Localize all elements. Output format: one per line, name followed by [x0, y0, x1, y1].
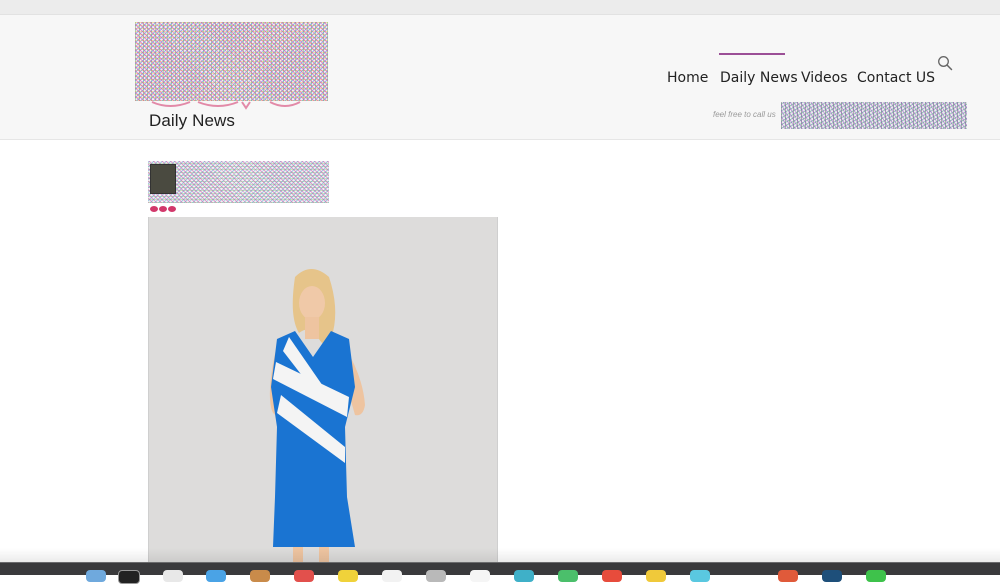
app-icon[interactable]: [470, 570, 490, 582]
page-title: Daily News: [149, 111, 236, 130]
app-icon[interactable]: [690, 570, 710, 582]
app-icon[interactable]: [86, 570, 106, 582]
dock-shadow: [0, 548, 1000, 562]
app-icon[interactable]: [426, 570, 446, 582]
app-icon[interactable]: [206, 570, 226, 582]
app-icon[interactable]: [778, 570, 798, 582]
browser-top-strip: [0, 0, 1000, 15]
nav-item-videos[interactable]: Videos: [801, 70, 848, 86]
app-icon[interactable]: [294, 570, 314, 582]
phone-number-image[interactable]: [781, 102, 967, 129]
nav-active-indicator: [719, 53, 785, 55]
main-navigation: Home Daily News Videos Contact US: [0, 53, 1000, 86]
app-icon[interactable]: [866, 570, 886, 582]
woman-blue-white-dress-photo[interactable]: [148, 217, 498, 574]
app-icon[interactable]: [646, 570, 666, 582]
rating-icons: [150, 206, 176, 214]
site-header: Daily News Home Daily News Videos Contac…: [0, 15, 1000, 140]
lips-icon: [168, 206, 176, 212]
app-icon[interactable]: [558, 570, 578, 582]
dress-photo-illustration: [149, 217, 497, 574]
logo-decoration: [151, 101, 301, 110]
app-icon[interactable]: [602, 570, 622, 582]
call-us-text: feel free to call us: [713, 110, 776, 119]
os-dock: [0, 562, 1000, 584]
nav-item-contact-us[interactable]: Contact US: [857, 70, 935, 86]
search-icon[interactable]: [937, 55, 953, 71]
app-icon[interactable]: [822, 570, 842, 582]
lips-icon: [159, 206, 167, 212]
lips-icon: [150, 206, 158, 212]
app-icon[interactable]: [250, 570, 270, 582]
app-icon[interactable]: [382, 570, 402, 582]
nav-item-daily-news[interactable]: Daily News: [720, 70, 798, 86]
app-icon[interactable]: [118, 570, 140, 584]
app-icon[interactable]: [163, 570, 183, 582]
app-icon[interactable]: [338, 570, 358, 582]
app-icon[interactable]: [514, 570, 534, 582]
author-avatar[interactable]: [150, 164, 176, 194]
nav-item-home[interactable]: Home: [667, 70, 708, 86]
